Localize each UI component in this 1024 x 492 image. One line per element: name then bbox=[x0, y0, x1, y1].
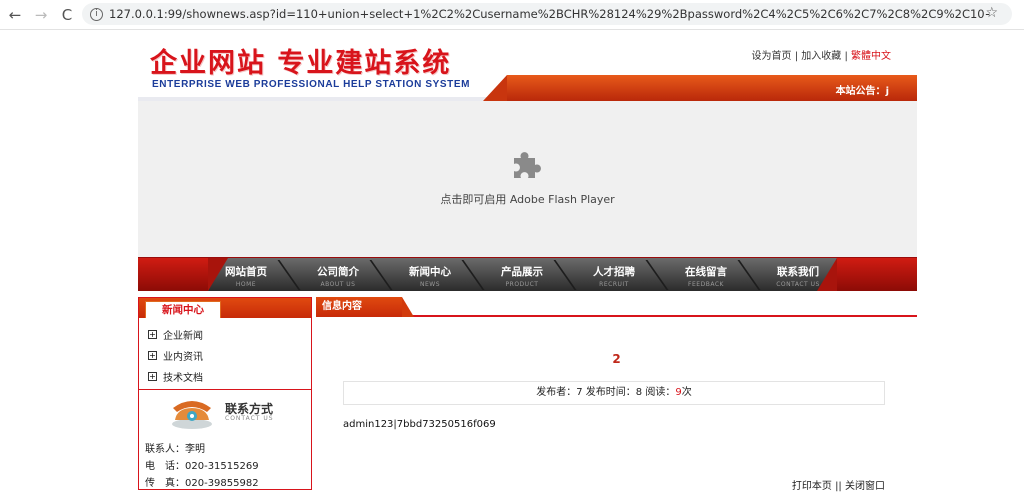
sidebar-item-company-news[interactable]: + 企业新闻 bbox=[148, 324, 311, 345]
traditional-chinese-link[interactable]: 繁體中文 bbox=[851, 51, 891, 62]
article-body: admin123|7bbd73250516f069 bbox=[343, 419, 496, 430]
news-center-box: 新闻中心 + 企业新闻 + 业内资讯 + 技术文档 bbox=[138, 297, 312, 390]
plugin-puzzle-icon bbox=[514, 152, 541, 178]
content-area: 信息内容 2 发布者：7 发布时间：8 阅读：9次 admin123|7bbd7… bbox=[316, 297, 917, 492]
nav-feedback[interactable]: 在线留言 FEEDBACK bbox=[660, 258, 752, 291]
telephone-icon bbox=[172, 401, 212, 429]
content-section-title: 信息内容 bbox=[316, 297, 414, 317]
address-bar[interactable]: i 127.0.0.1:99/shownews.asp?id=110+union… bbox=[82, 3, 1012, 25]
forward-button[interactable]: → bbox=[30, 4, 52, 26]
site-logo-cn[interactable]: 企业网站 专业建站系统 bbox=[150, 41, 451, 80]
news-center-title: 新闻中心 bbox=[145, 301, 221, 318]
sidebar-item-tech-docs[interactable]: + 技术文档 bbox=[148, 366, 311, 387]
close-window-link[interactable]: 关闭窗口 bbox=[845, 481, 885, 492]
expand-plus-icon[interactable]: + bbox=[148, 351, 157, 360]
main-nav: 网站首页 HOME 公司简介 ABOUT US 新闻中心 NEWS 产品展示 PRODU… bbox=[138, 257, 917, 291]
flash-banner[interactable]: 点击即可启用 Adobe Flash Player bbox=[138, 101, 917, 257]
expand-plus-icon[interactable]: + bbox=[148, 330, 157, 339]
nav-home[interactable]: 网站首页 HOME bbox=[200, 258, 292, 291]
nav-product[interactable]: 产品展示 PRODUCT bbox=[476, 258, 568, 291]
expand-plus-icon[interactable]: + bbox=[148, 372, 157, 381]
add-favorite-link[interactable]: 加入收藏 bbox=[801, 51, 841, 62]
contact-person: 联系人：李明 bbox=[145, 444, 205, 455]
top-links: 设为首页 | 加入收藏 | 繁體中文 bbox=[751, 51, 891, 62]
back-button[interactable]: ← bbox=[4, 4, 26, 26]
site-info-icon[interactable]: i bbox=[90, 7, 103, 21]
notice-label: 本站公告：j bbox=[835, 86, 889, 97]
bookmark-star-icon[interactable]: ☆ bbox=[985, 5, 998, 21]
site-logo-en: ENTERPRISE WEB PROFESSIONAL HELP STATION… bbox=[152, 79, 471, 90]
notice-text: j bbox=[885, 86, 889, 97]
nav-contact[interactable]: 联系我们 CONTACT US bbox=[752, 258, 844, 291]
set-homepage-link[interactable]: 设为首页 bbox=[752, 51, 792, 62]
reload-icon: C bbox=[61, 5, 73, 24]
notice-bar: 本站公告：j bbox=[483, 75, 917, 101]
contact-fax: 传 真：020-39855982 bbox=[145, 478, 259, 489]
reload-button[interactable]: C bbox=[56, 4, 78, 26]
nav-news[interactable]: 新闻中心 NEWS bbox=[384, 258, 476, 291]
site-header: 企业网站 专业建站系统 ENTERPRISE WEB PROFESSIONAL … bbox=[138, 31, 917, 101]
article-actions: 打印本页 || 关闭窗口 bbox=[791, 481, 885, 492]
article-meta: 发布者：7 发布时间：8 阅读：9次 bbox=[343, 381, 885, 405]
left-sidebar: 新闻中心 + 企业新闻 + 业内资讯 + 技术文档 联系方式 CONTACT US 联… bbox=[138, 297, 312, 490]
contact-subtitle: CONTACT US bbox=[225, 415, 274, 422]
web-page: 企业网站 专业建站系统 ENTERPRISE WEB PROFESSIONAL … bbox=[138, 31, 917, 492]
nav-recruit[interactable]: 人才招聘 RECRUIT bbox=[568, 258, 660, 291]
print-page-link[interactable]: 打印本页 bbox=[792, 481, 832, 492]
contact-phone: 电 话：020-31515269 bbox=[145, 461, 259, 472]
sidebar-item-industry-news[interactable]: + 业内资讯 bbox=[148, 345, 311, 366]
contact-box: 联系方式 CONTACT US 联系人：李明 电 话：020-31515269 … bbox=[138, 390, 312, 490]
back-arrow-icon: ← bbox=[8, 5, 22, 24]
browser-toolbar: ← → C i 127.0.0.1:99/shownews.asp?id=110… bbox=[0, 0, 1024, 30]
nav-about[interactable]: 公司简介 ABOUT US bbox=[292, 258, 384, 291]
flash-enable-message[interactable]: 点击即可启用 Adobe Flash Player bbox=[138, 191, 917, 207]
article-title: 2 bbox=[612, 352, 621, 366]
url-text[interactable]: 127.0.0.1:99/shownews.asp?id=110+union+s… bbox=[109, 7, 989, 21]
forward-arrow-icon: → bbox=[34, 5, 48, 24]
